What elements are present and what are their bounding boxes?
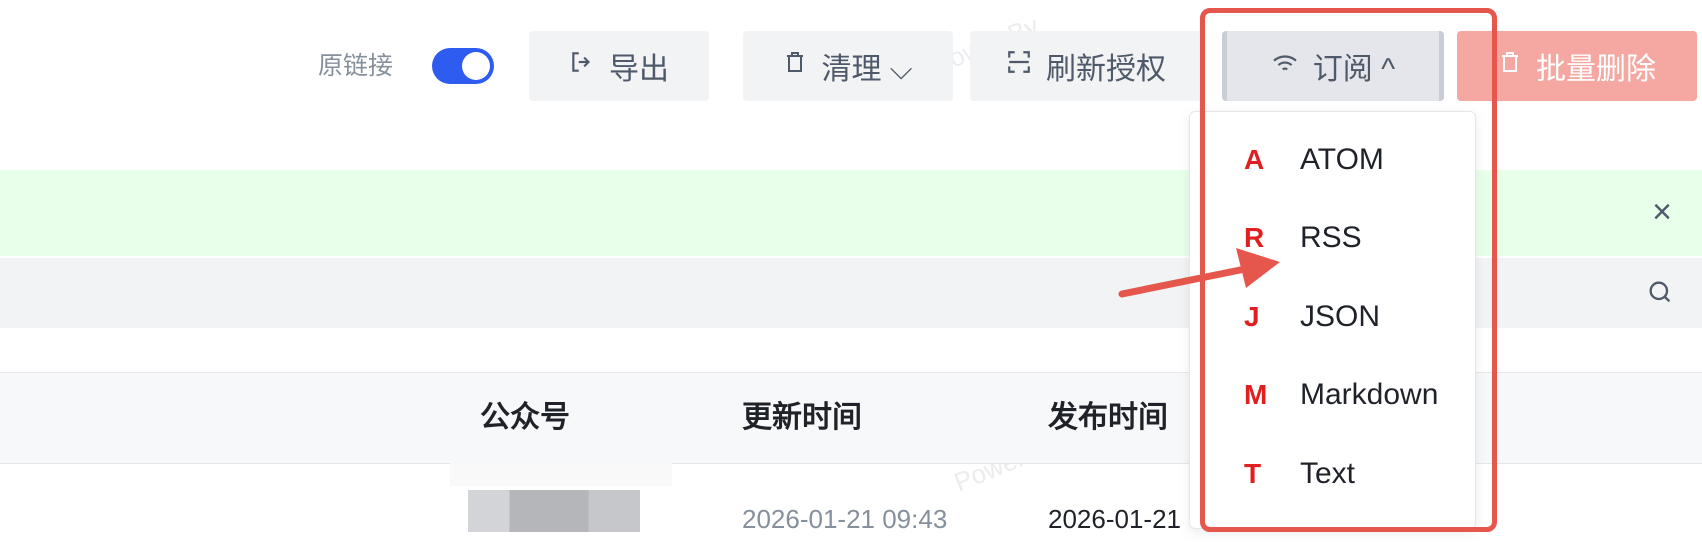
annotation-arrow-icon: [1110, 240, 1290, 315]
search-icon[interactable]: [1646, 278, 1674, 311]
export-label: 导出: [609, 53, 669, 86]
export-button[interactable]: 导出: [529, 31, 709, 101]
blurred-account-name: [468, 490, 640, 532]
header-account[interactable]: 公众号: [480, 400, 570, 436]
clean-button[interactable]: 清理 ⌵: [743, 31, 953, 101]
trash-icon: [1498, 49, 1522, 83]
chevron-down-icon: ⌵: [881, 53, 913, 86]
close-icon[interactable]: ×: [1652, 195, 1672, 229]
header-updated[interactable]: 更新时间: [742, 400, 862, 436]
refresh-auth-label: 刷新授权: [1046, 53, 1166, 86]
clean-label: 清理 ⌵: [821, 53, 913, 86]
trash-icon: [783, 49, 807, 83]
blurred-avatar-top: [450, 462, 672, 486]
scan-icon: [1006, 49, 1032, 83]
refresh-auth-button[interactable]: 刷新授权: [970, 31, 1202, 101]
original-link-label: 原链接: [318, 52, 394, 80]
original-link-toggle[interactable]: [432, 48, 494, 84]
toggle-knob: [462, 52, 490, 80]
export-icon: [569, 49, 595, 83]
row-updated-time: 2026-01-21 09:43: [742, 504, 948, 534]
row-published-time: 2026-01-21 ...: [1048, 504, 1188, 534]
header-published[interactable]: 发布时间: [1048, 400, 1168, 436]
batch-delete-label: 批量删除: [1536, 53, 1656, 86]
